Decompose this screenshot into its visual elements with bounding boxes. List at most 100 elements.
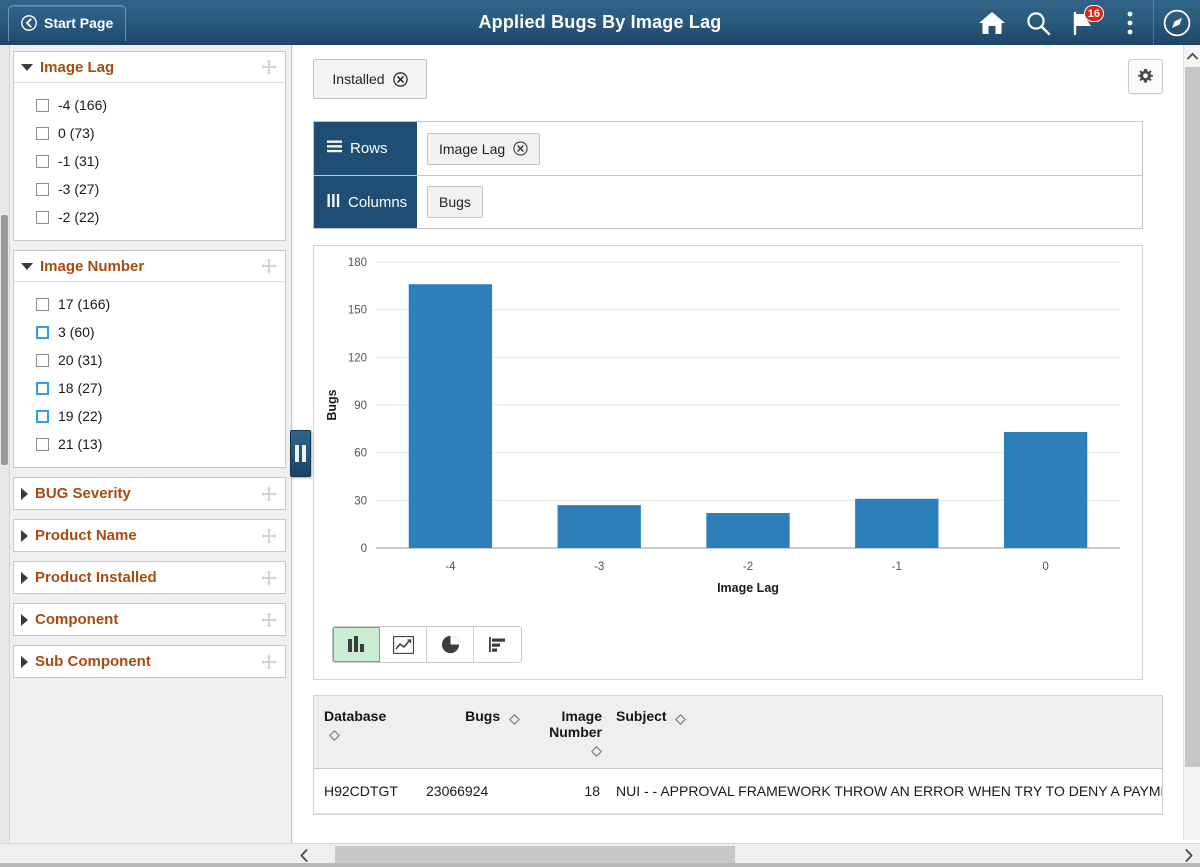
start-page-label: Start Page: [44, 15, 114, 31]
filter-bar: Installed: [313, 59, 1163, 99]
facet-item-label: -3 (27): [58, 181, 100, 197]
pie-chart-icon[interactable]: [427, 627, 474, 662]
move-handle-icon[interactable]: [261, 59, 277, 75]
sidebar-scrollbar[interactable]: [0, 45, 10, 853]
facet-item[interactable]: -4 (166): [14, 91, 285, 119]
facet-title: Component: [35, 611, 119, 628]
chevron-left-icon: [21, 15, 37, 31]
move-handle-icon[interactable]: [261, 654, 277, 670]
sidebar-collapse-handle[interactable]: [290, 430, 311, 477]
sort-icon[interactable]: [591, 744, 602, 757]
checkbox[interactable]: [36, 409, 49, 423]
facet-product-installed: Product Installed: [13, 561, 286, 594]
column-header-image-number[interactable]: Image Number: [526, 696, 606, 769]
close-icon[interactable]: [513, 141, 528, 156]
facet-item[interactable]: 21 (13): [14, 430, 285, 458]
rows-shelf-field[interactable]: Image Lag: [417, 122, 1142, 175]
checkbox[interactable]: [36, 297, 49, 311]
line-chart-icon[interactable]: [380, 627, 427, 662]
pill-bugs[interactable]: Bugs: [427, 186, 483, 218]
pill-image-lag[interactable]: Image Lag: [427, 132, 541, 165]
facet-item[interactable]: 3 (60): [14, 318, 285, 346]
pill-label: Image Lag: [439, 140, 506, 157]
sort-icon[interactable]: [509, 712, 520, 725]
start-page-button[interactable]: Start Page: [8, 4, 127, 41]
facet-header[interactable]: Image Lag: [14, 52, 285, 83]
checkbox[interactable]: [36, 126, 49, 140]
column-header-label: Bugs: [465, 708, 501, 724]
app-header: Start Page Applied Bugs By Image Lag 16: [0, 0, 1200, 45]
chevron-down-icon: [21, 262, 33, 270]
bar-chart-icon[interactable]: [333, 627, 380, 662]
facet-bug-severity: BUG Severity: [13, 477, 286, 510]
search-icon[interactable]: [1015, 0, 1061, 45]
facet-item[interactable]: 18 (27): [14, 374, 285, 402]
chevron-up-icon[interactable]: [1184, 47, 1200, 64]
checkbox[interactable]: [36, 154, 49, 168]
facet-item[interactable]: -2 (22): [14, 203, 285, 231]
horizontal-bar-chart-icon[interactable]: [474, 627, 521, 662]
sidebar-scrollbar-thumb[interactable]: [1, 215, 8, 465]
facet-header[interactable]: Sub Component: [14, 646, 285, 677]
move-handle-icon[interactable]: [261, 570, 277, 586]
facet-body: 17 (166) 3 (60) 20 (31) 18 (27) 19 (22) …: [14, 282, 285, 467]
rows-shelf: Rows Image Lag: [314, 122, 1142, 175]
kebab-menu-icon[interactable]: [1107, 0, 1153, 45]
checkbox[interactable]: [36, 182, 49, 196]
facet-title: Product Installed: [35, 569, 157, 586]
facet-item-label: 0 (73): [58, 125, 95, 141]
splitter-bar: [295, 445, 299, 462]
main-panel: Installed Rows Image Lag Columns Bugs 0 …: [293, 45, 1200, 853]
chevron-right-icon: [21, 613, 28, 626]
columns-shelf-label[interactable]: Columns: [314, 176, 417, 228]
main-content: Installed Rows Image Lag Columns Bugs 0 …: [293, 45, 1183, 840]
facet-component: Component: [13, 603, 286, 636]
home-icon[interactable]: [969, 0, 1015, 45]
filter-chip-installed[interactable]: Installed: [313, 59, 427, 99]
move-handle-icon[interactable]: [261, 528, 277, 544]
facet-header[interactable]: BUG Severity: [14, 478, 285, 509]
column-header-bugs[interactable]: Bugs: [416, 696, 526, 769]
table-row[interactable]: H92CDTGT 23066924 18 NUI - - APPROVAL FR…: [314, 768, 1162, 814]
move-handle-icon[interactable]: [261, 258, 277, 274]
horizontal-scrollbar-thumb[interactable]: [335, 845, 735, 865]
checkbox[interactable]: [36, 325, 49, 339]
close-icon[interactable]: [392, 71, 408, 87]
facet-item[interactable]: 20 (31): [14, 346, 285, 374]
chart-card: 0 30 60 90 120 150 180 -4 -3 -2 -1 0 Image Lag Bugs: [313, 245, 1143, 680]
filter-chip-label: Installed: [332, 71, 385, 87]
main-scrollbar-thumb[interactable]: [1185, 67, 1200, 767]
column-header-database[interactable]: Database: [314, 696, 416, 769]
move-handle-icon[interactable]: [261, 486, 277, 502]
facet-item-label: 3 (60): [58, 324, 95, 340]
rows-icon: [327, 140, 342, 157]
bar-chart[interactable]: 0 30 60 90 120 150 180 -4 -3 -2 -1 0 Image Lag Bugs: [314, 246, 1144, 606]
flag-icon[interactable]: 16: [1061, 0, 1107, 45]
rows-shelf-label[interactable]: Rows: [314, 122, 417, 175]
compass-icon[interactable]: [1154, 0, 1200, 45]
sort-icon[interactable]: [329, 728, 340, 741]
column-header-subject[interactable]: Subject: [606, 696, 1162, 769]
checkbox[interactable]: [36, 381, 49, 395]
checkbox[interactable]: [36, 210, 49, 224]
checkbox[interactable]: [36, 98, 49, 112]
facet-item-label: -4 (166): [58, 97, 108, 113]
svg-text:180: 180: [348, 257, 367, 269]
checkbox[interactable]: [36, 437, 49, 451]
facet-header[interactable]: Product Name: [14, 520, 285, 551]
pill-label: Bugs: [439, 194, 471, 210]
facet-header[interactable]: Component: [14, 604, 285, 635]
facet-item[interactable]: 0 (73): [14, 119, 285, 147]
facet-item[interactable]: -3 (27): [14, 175, 285, 203]
gear-icon[interactable]: [1128, 59, 1163, 94]
main-vertical-scrollbar[interactable]: [1183, 45, 1200, 840]
facet-item[interactable]: 17 (166): [14, 290, 285, 318]
sort-icon[interactable]: [675, 712, 687, 725]
move-handle-icon[interactable]: [261, 612, 277, 628]
facet-item[interactable]: -1 (31): [14, 147, 285, 175]
columns-shelf-field[interactable]: Bugs: [417, 176, 1142, 228]
facet-header[interactable]: Product Installed: [14, 562, 285, 593]
facet-item[interactable]: 19 (22): [14, 402, 285, 430]
facet-header[interactable]: Image Number: [14, 251, 285, 282]
checkbox[interactable]: [36, 353, 49, 367]
